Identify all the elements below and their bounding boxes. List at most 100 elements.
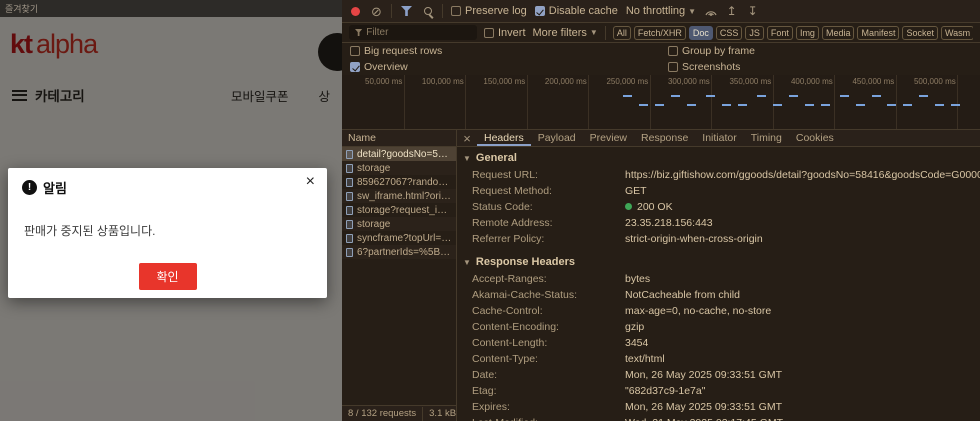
clear-button[interactable]: ⊘ [370, 4, 383, 18]
chip-manifest[interactable]: Manifest [857, 25, 900, 40]
request-row[interactable]: syncframe?topUrl=bi… [342, 231, 456, 245]
browser-page: 즐겨찾기 ktalpha 카테고리 모바일쿠폰 상 ! 알림 × 판매가 중지된… [0, 0, 342, 421]
throttling-select[interactable]: No throttling ▼ [626, 5, 696, 17]
confirm-button[interactable]: 확인 [138, 263, 197, 290]
request-marker [756, 95, 766, 97]
close-detail-icon[interactable]: × [457, 132, 477, 145]
header-row: Akamai-Cache-Status: NotCacheable from ch… [472, 289, 740, 301]
chip-css[interactable]: CSS [715, 25, 743, 40]
request-marker [686, 104, 696, 106]
document-icon [346, 233, 353, 243]
close-icon[interactable]: × [306, 174, 315, 190]
general-section-header[interactable]: ▼ General [457, 149, 980, 167]
filter-toggle-icon[interactable] [400, 4, 413, 18]
network-status-bar: 8 / 132 requests 3.1 kB / [342, 405, 456, 421]
header-row: Request URL: https://biz.giftishow.com/g… [472, 169, 980, 181]
big-request-rows-checkbox[interactable]: Big request rows [350, 45, 442, 57]
name-column-header[interactable]: Name [342, 130, 457, 146]
checkbox-box[interactable] [668, 46, 678, 56]
header-row: Last-Modified:Wed, 21 May 2025 02:17:45 … [457, 415, 980, 421]
tab-payload[interactable]: Payload [531, 130, 583, 146]
chip-font[interactable]: Font [766, 25, 793, 40]
timeline-tick-label: 450,000 ms [852, 77, 895, 86]
checkbox-box[interactable] [668, 62, 678, 72]
request-row[interactable]: 859627067?random=… [342, 175, 456, 189]
disclosure-triangle-icon: ▼ [463, 153, 471, 163]
document-icon [346, 177, 353, 187]
checkbox-box[interactable] [534, 6, 545, 16]
disclosure-triangle-icon: ▼ [463, 257, 471, 267]
bookmarks-bar[interactable]: 즐겨찾기 [0, 0, 342, 17]
request-marker [820, 104, 830, 106]
export-har-icon[interactable]: ↧ [746, 4, 759, 18]
chip-wasm[interactable]: Wasm [941, 25, 973, 40]
detail-tab-bar: × Headers Payload Preview Response Initi… [457, 130, 980, 146]
request-row[interactable]: 6?partnerIds=%5B48… [342, 245, 456, 259]
checkbox-box[interactable] [451, 6, 461, 16]
filter-input-box[interactable] [349, 25, 477, 40]
headers-detail-panel: ▼ General Request URL: https://biz.gifti… [457, 147, 980, 421]
document-icon [346, 191, 353, 201]
disable-cache-label: Disable cache [548, 5, 618, 17]
tab-preview[interactable]: Preview [583, 130, 634, 146]
chip-fetch-xhr[interactable]: Fetch/XHR [633, 25, 686, 40]
timeline-tick-label: 50,000 ms [365, 77, 403, 86]
request-row[interactable]: sw_iframe.html?origin… [342, 189, 456, 203]
chip-img[interactable]: Img [795, 25, 819, 40]
bookmark-label[interactable]: 즐겨찾기 [5, 2, 38, 15]
timeline-gridline [649, 75, 651, 129]
request-marker [839, 95, 849, 97]
request-row[interactable]: detail?goodsNo=5841… [342, 147, 456, 161]
timeline-overview[interactable]: 50,000 ms 100,000 ms 150,000 ms 200,000 ms 2… [342, 75, 980, 130]
search-icon[interactable] [421, 4, 434, 18]
modal-header: ! 알림 [22, 178, 67, 197]
network-conditions-icon[interactable] [704, 4, 717, 18]
tab-headers[interactable]: Headers [477, 130, 531, 146]
invert-checkbox[interactable]: Invert [484, 27, 526, 39]
timeline-tick-label: 250,000 ms [606, 77, 649, 86]
options-row-1: Big request rows Group by frame [342, 43, 980, 59]
record-button[interactable] [349, 4, 362, 18]
document-icon [346, 149, 353, 159]
tab-timing[interactable]: Timing [744, 130, 789, 146]
modal-message: 판매가 중지된 상품입니다. [24, 224, 156, 238]
status-code-row: Status Code: 200 OK [472, 200, 673, 214]
document-icon [346, 219, 353, 229]
annotation-highlight: 200 OK [625, 200, 673, 214]
checkbox-box[interactable] [350, 62, 360, 72]
header-row: Referrer Policy: strict-origin-when-cros… [472, 233, 763, 245]
preserve-log-checkbox[interactable]: Preserve log [451, 5, 527, 17]
request-row[interactable]: storage [342, 161, 456, 175]
tab-initiator[interactable]: Initiator [695, 130, 743, 146]
chip-js[interactable]: JS [745, 25, 764, 40]
timeline-gridline [834, 75, 836, 129]
network-body: detail?goodsNo=5841… storage 859627067?r… [342, 147, 980, 421]
disable-cache-checkbox[interactable]: Disable cache [534, 5, 618, 17]
big-request-rows-label: Big request rows [364, 45, 443, 57]
timeline-gridline [588, 75, 589, 129]
transferred-size: 3.1 kB / [429, 408, 456, 419]
invert-label: Invert [498, 26, 526, 39]
chip-all[interactable]: All [612, 25, 631, 40]
checkbox-box[interactable] [484, 27, 494, 38]
divider [604, 25, 606, 40]
filter-input[interactable] [366, 27, 471, 38]
import-har-icon[interactable]: ↥ [725, 4, 738, 18]
chip-doc[interactable]: Doc [688, 25, 713, 40]
chip-socket[interactable]: Socket [902, 25, 938, 40]
request-row[interactable]: storage [342, 217, 456, 231]
chip-media[interactable]: Media [821, 25, 855, 40]
timeline-gridline [465, 75, 466, 129]
overview-checkbox[interactable]: Overview [350, 61, 408, 73]
request-list: detail?goodsNo=5841… storage 859627067?r… [342, 147, 456, 405]
header-row: Etag: "682d37c9-1e7a" [472, 385, 706, 397]
tab-cookies[interactable]: Cookies [789, 130, 841, 146]
filter-bar: Invert More filters ▼ All Fetch/XHR Doc … [342, 23, 980, 43]
screenshots-checkbox[interactable]: Screenshots [668, 61, 740, 73]
request-row[interactable]: storage?request_id=n… [342, 203, 456, 217]
group-by-frame-checkbox[interactable]: Group by frame [668, 45, 755, 57]
more-filters-button[interactable]: More filters ▼ [533, 27, 598, 39]
tab-response[interactable]: Response [634, 130, 695, 146]
checkbox-box[interactable] [350, 46, 360, 56]
response-headers-section-header[interactable]: ▼ Response Headers [457, 253, 980, 271]
